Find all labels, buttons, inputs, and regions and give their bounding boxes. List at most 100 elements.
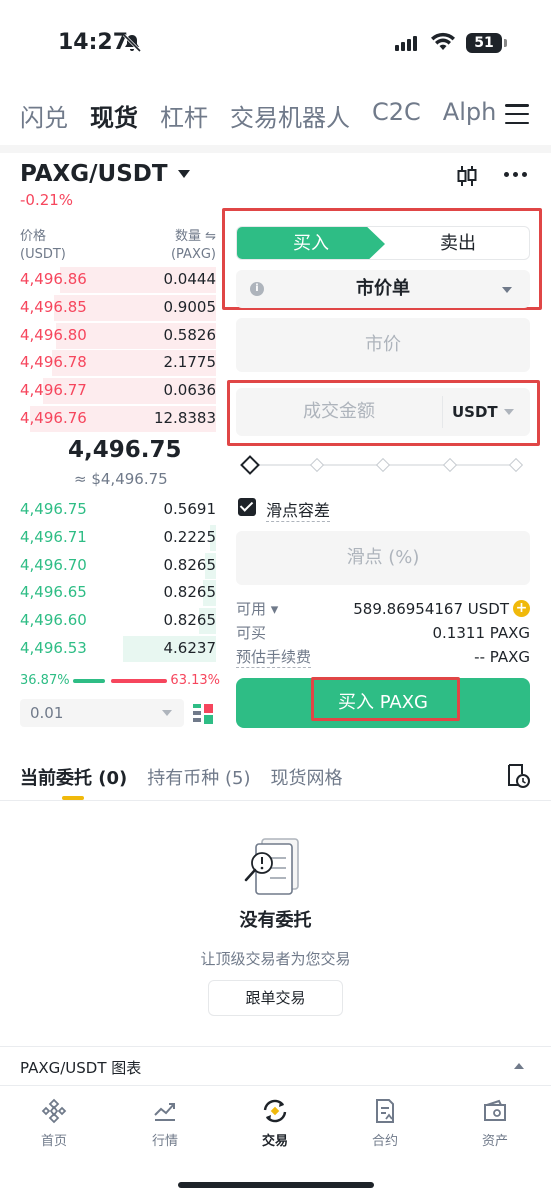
tab-margin[interactable]: 杠杆 <box>160 98 208 133</box>
bid-row[interactable]: 4,496.53 4.6237 <box>0 635 216 663</box>
bid-price: 4,496.65 <box>20 583 87 602</box>
available-row: 可用 ▾ 589.86954167 USDT + <box>236 598 530 619</box>
slider-handle[interactable] <box>240 455 260 475</box>
ask-price: 4,496.77 <box>20 381 87 400</box>
slippage-label[interactable]: 滑点容差 <box>266 497 331 522</box>
bid-quantity: 0.8265 <box>163 555 217 574</box>
nav-futures[interactable]: 合约 <box>340 1098 430 1149</box>
ask-price: 4,496.76 <box>20 409 87 427</box>
add-funds-icon[interactable]: + <box>513 600 530 617</box>
ask-quantity: 0.0636 <box>163 381 217 400</box>
available-label[interactable]: 可用 ▾ <box>236 598 278 619</box>
buy-ratio: 36.87% <box>20 673 70 688</box>
tab-convert[interactable]: 闪兑 <box>20 98 68 133</box>
slider-step-25[interactable] <box>309 457 325 473</box>
caret-down-icon <box>504 409 514 415</box>
market-price-field: 市价 <box>236 318 530 372</box>
slippage-input[interactable]: 滑点 (%) <box>236 531 530 585</box>
tab-holdings[interactable]: 持有币种 (5) <box>147 764 250 790</box>
price-header: 价格 (USDT) <box>20 229 66 262</box>
slippage-checkbox[interactable] <box>238 498 256 516</box>
trade-mode-tabs: 闪兑 现货 杠杆 交易机器人 C2C Alph <box>20 98 496 133</box>
order-history-icon[interactable] <box>505 763 531 789</box>
caret-down-icon <box>162 710 172 716</box>
bid-price: 4,496.70 <box>20 555 87 574</box>
tab-open-orders[interactable]: 当前委托 (0) <box>20 764 127 790</box>
orders-tabs: 当前委托 (0) 持有币种 (5) 现货网格 <box>20 764 342 790</box>
slider-step-100[interactable] <box>508 457 524 473</box>
amount-slider[interactable] <box>240 455 524 475</box>
ask-row[interactable]: 4,496.76 12.8383 <box>0 405 216 433</box>
bell-muted-icon <box>122 33 142 53</box>
caret-up-icon[interactable] <box>514 1063 524 1069</box>
battery-icon: 51 <box>466 33 507 53</box>
bid-quantity: 4.6237 <box>163 639 217 657</box>
bid-row[interactable]: 4,496.75 0.5691 <box>0 496 216 524</box>
info-icon[interactable]: i <box>250 282 264 296</box>
order-type-select[interactable]: i 市价单 <box>236 270 530 308</box>
sell-ratio: 63.13% <box>170 673 220 688</box>
chart-toggle[interactable]: PAXG/USDT 图表 <box>20 1057 141 1078</box>
tab-spot-grid[interactable]: 现货网格 <box>270 764 342 790</box>
slider-step-50[interactable] <box>375 457 391 473</box>
can-buy-row: 可买 0.1311 PAXG <box>236 622 530 643</box>
slider-step-75[interactable] <box>442 457 458 473</box>
sell-tab[interactable]: 卖出 <box>385 227 529 259</box>
fee-row: 预估手续费 -- PAXG <box>236 646 530 668</box>
ask-row[interactable]: 4,496.80 0.5826 <box>0 322 216 350</box>
bid-quantity: 0.5691 <box>163 500 217 518</box>
clock: 14:27 <box>58 30 129 55</box>
fee-label[interactable]: 预估手续费 <box>236 646 312 668</box>
bid-row[interactable]: 4,496.71 0.2225 <box>0 524 216 552</box>
last-price-usd: ≈ $4,496.75 <box>74 470 168 488</box>
ask-row[interactable]: 4,496.78 2.1775 <box>0 349 216 377</box>
tab-alpha[interactable]: Alph <box>443 98 497 133</box>
signal-icon <box>395 36 417 51</box>
bid-row[interactable]: 4,496.65 0.8265 <box>0 579 216 607</box>
tick-size-value: 0.01 <box>30 704 64 722</box>
copy-trading-button[interactable]: 跟单交易 <box>208 980 343 1016</box>
can-buy-label: 可买 <box>236 624 267 642</box>
candlestick-icon[interactable] <box>455 164 479 188</box>
quantity-header[interactable]: 数量 ⇋ (PAXG) <box>171 228 216 264</box>
tab-trading-bots[interactable]: 交易机器人 <box>230 98 350 133</box>
more-icon[interactable] <box>504 172 527 177</box>
futures-icon <box>376 1099 394 1123</box>
nav-assets[interactable]: 资产 <box>450 1098 540 1149</box>
sell-ratio-bar <box>111 678 167 683</box>
highlight-box <box>311 677 460 721</box>
buy-sell-ratio: 36.87% 63.13% <box>20 673 220 688</box>
ask-row[interactable]: 4,496.85 0.9005 <box>0 294 216 322</box>
menu-icon[interactable] <box>505 104 529 124</box>
bid-price: 4,496.60 <box>20 611 87 630</box>
last-price: 4,496.75 <box>68 437 182 463</box>
ask-row[interactable]: 4,496.77 0.0636 <box>0 377 216 405</box>
tab-c2c[interactable]: C2C <box>372 98 421 133</box>
ask-price: 4,496.80 <box>20 325 87 344</box>
trade-icon <box>263 1099 287 1123</box>
amount-input[interactable]: 成交金额 USDT <box>236 388 530 436</box>
buy-tab[interactable]: 买入 <box>237 227 385 259</box>
caret-down-icon <box>177 170 190 178</box>
bid-row[interactable]: 4,496.60 0.8265 <box>0 607 216 635</box>
ask-price: 4,496.78 <box>20 353 87 372</box>
nav-markets[interactable]: 行情 <box>120 1098 210 1149</box>
fee-value: -- PAXG <box>474 648 530 666</box>
nav-trade[interactable]: 交易 <box>230 1098 320 1149</box>
divider <box>0 145 551 153</box>
tab-spot[interactable]: 现货 <box>90 98 138 133</box>
amount-unit-select[interactable]: USDT <box>452 388 498 436</box>
tick-size-select[interactable]: 0.01 <box>20 699 184 727</box>
market-chart-icon <box>154 1103 175 1121</box>
bid-row[interactable]: 4,496.70 0.8265 <box>0 552 216 580</box>
nav-home[interactable]: 首页 <box>9 1098 99 1149</box>
caret-down-icon <box>502 287 512 293</box>
empty-title: 没有委托 <box>239 910 312 931</box>
empty-subtitle: 让顶级交易者为您交易 <box>200 950 351 968</box>
ask-quantity: 0.0444 <box>163 270 217 288</box>
orderbook-layout-icon[interactable] <box>192 703 214 725</box>
ask-row[interactable]: 4,496.86 0.0444 <box>0 266 216 294</box>
ask-quantity: 12.8383 <box>153 409 216 427</box>
pair-selector[interactable]: PAXG/USDT <box>20 161 190 187</box>
ask-quantity: 0.5826 <box>163 325 217 344</box>
